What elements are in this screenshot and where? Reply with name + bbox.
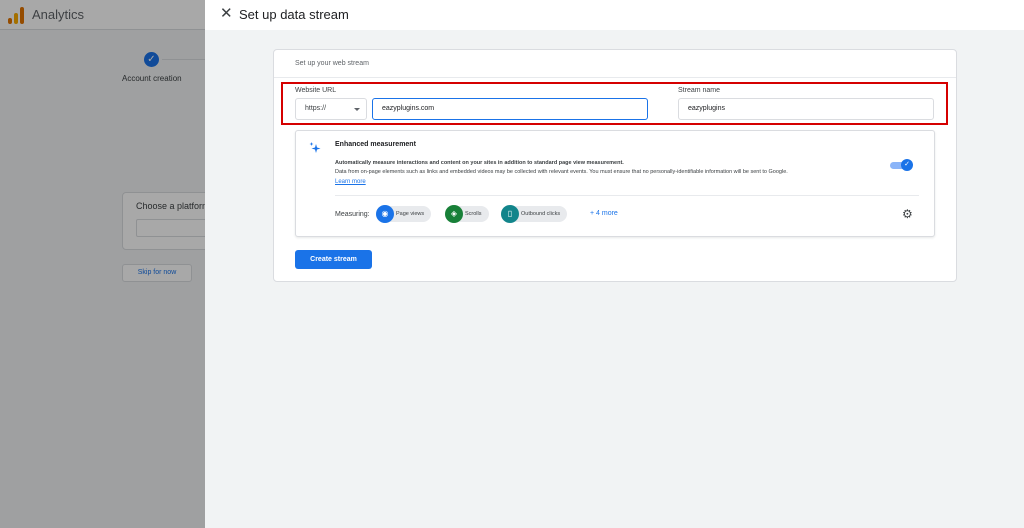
create-stream-button[interactable]: Create stream	[295, 250, 372, 269]
panel-divider	[274, 77, 956, 78]
setup-drawer: ✕ Set up data stream Set up your web str…	[205, 0, 1024, 528]
sparkle-icon	[309, 142, 321, 153]
mouse-icon: ▯	[501, 205, 519, 223]
chip-label: Scrolls	[465, 211, 482, 217]
close-icon[interactable]: ✕	[220, 6, 234, 22]
drawer-header: ✕ Set up data stream	[205, 0, 1024, 30]
chip-page-views: ◉ Page views	[376, 205, 432, 223]
chip-label: Outbound clicks	[521, 211, 561, 217]
chip-scrolls: ◈ Scrolls	[445, 205, 489, 223]
chip-outbound-clicks: ▯ Outbound clicks	[501, 205, 568, 223]
eye-icon: ◉	[376, 205, 394, 223]
highlight-box	[281, 82, 948, 125]
gear-icon[interactable]: ⚙	[902, 208, 914, 220]
enhanced-measurement-summary: Automatically measure interactions and c…	[335, 160, 624, 166]
enhanced-measurement-toggle[interactable]: ✓	[890, 159, 913, 171]
card-divider	[335, 195, 919, 196]
more-link[interactable]: + 4 more	[590, 210, 618, 217]
web-stream-panel: Set up your web stream Website URL https…	[273, 49, 957, 282]
enhanced-measurement-title: Enhanced measurement	[335, 141, 416, 148]
drawer-title: Set up data stream	[239, 7, 349, 22]
enhanced-measurement-card: Enhanced measurement Automatically measu…	[295, 130, 935, 237]
enhanced-measurement-description: Data from on-page elements such as links…	[335, 169, 788, 175]
panel-heading: Set up your web stream	[295, 60, 369, 67]
chip-label: Page views	[396, 211, 425, 217]
check-icon: ✓	[901, 159, 913, 171]
scroll-icon: ◈	[445, 205, 463, 223]
learn-more-link[interactable]: Learn more	[335, 179, 366, 185]
measuring-label: Measuring:	[335, 211, 370, 218]
